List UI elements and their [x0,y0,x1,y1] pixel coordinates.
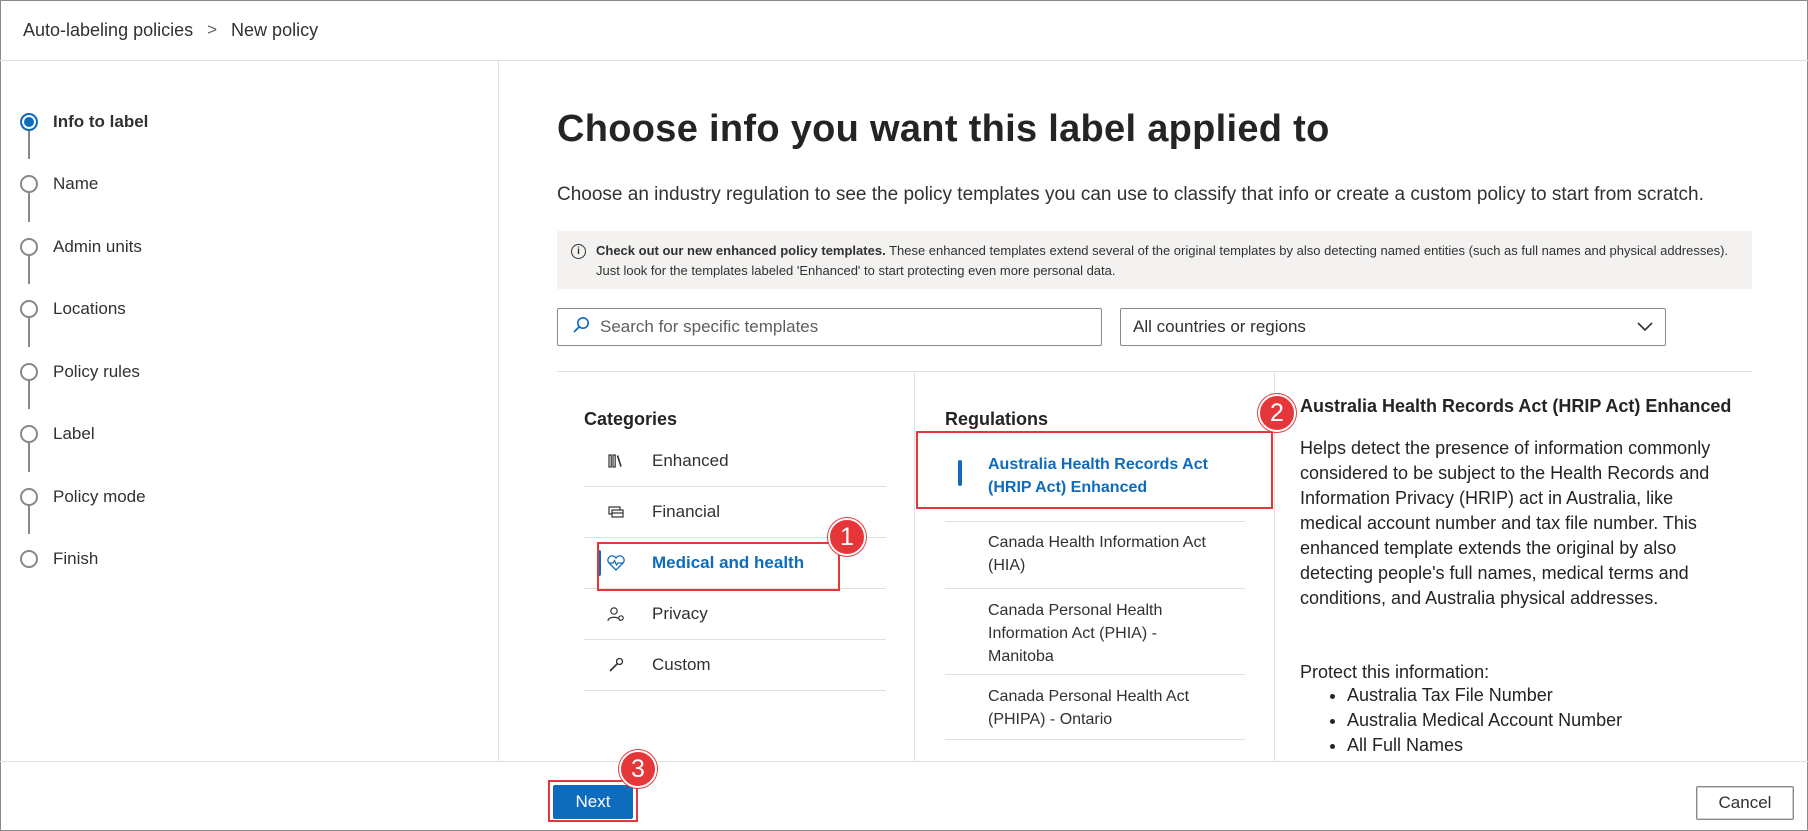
protect-list: Australia Tax File Number Australia Medi… [1347,683,1750,758]
step-label: Info to label [53,112,149,131]
step-label: Policy mode [53,487,146,506]
info-icon: i [571,244,586,259]
step-label-item[interactable]: Label [20,419,95,449]
step-indicator [20,175,38,193]
template-search-box[interactable] [557,308,1102,346]
step-label: Label [53,424,95,443]
category-custom[interactable]: Custom [584,640,886,691]
protect-heading: Protect this information: [1300,662,1490,682]
step-label: Policy rules [53,362,140,381]
region-dropdown[interactable]: All countries or regions [1120,308,1666,346]
annotation-badge: 1 [828,518,866,556]
page-description: Choose an industry regulation to see the… [557,184,1704,205]
category-label: Enhanced [652,451,729,470]
regulations-header: Regulations [945,409,1049,429]
step-info-to-label[interactable]: Info to label [20,107,148,137]
wizard-steps: Info to label Name Admin units Locations… [0,61,499,761]
annotation-badge: 3 [619,750,657,788]
annotation-badge: 2 [1258,394,1296,432]
breadcrumb-current: New policy [231,19,319,40]
card-icon [606,505,626,519]
category-label: Custom [652,655,711,674]
detail-title: Australia Health Records Act (HRIP Act) … [1300,396,1732,416]
regulation-name-line: Canada Personal Health [988,602,1163,619]
person-privacy-icon [606,606,626,622]
step-indicator-active [20,113,38,131]
detail-description: Helps detect the presence of information… [1300,438,1711,608]
highlight-box [916,431,1273,509]
step-label: Admin units [53,237,142,256]
breadcrumb-parent[interactable]: Auto-labeling policies [23,20,193,41]
step-policy-rules[interactable]: Policy rules [20,357,140,387]
step-indicator [20,238,38,256]
info-banner-bold: Check out our new enhanced policy templa… [596,243,886,258]
step-indicator [20,363,38,381]
step-label: Name [53,174,99,193]
regulation-canada-hia[interactable]: Canada Health Information Act (HIA) [945,522,1245,589]
divider [557,371,1752,372]
highlight-box [597,542,840,591]
regulation-name-line: Canada Personal Health Act [988,688,1190,705]
info-banner-text: Check out our new enhanced policy templa… [596,241,1738,279]
category-enhanced[interactable]: Enhanced [584,436,886,487]
template-details: Australia Health Records Act (HRIP Act) … [1300,396,1750,758]
breadcrumb-separator: > [207,20,218,39]
regulation-name-line: Canada Health Information Act [988,534,1206,551]
regulation-name-line: (HIA) [988,557,1026,574]
highlight-box [548,780,638,822]
region-dropdown-value: All countries or regions [1133,317,1306,336]
protect-list-item: All Full Names [1347,733,1750,758]
step-indicator [20,300,38,318]
breadcrumb: Auto-labeling policies > New policy [0,0,1808,61]
page-title: Choose info you want this label applied … [557,108,1330,150]
step-indicator [20,550,38,568]
search-icon [572,316,590,339]
categories-header: Categories [584,409,678,429]
category-label: Privacy [652,604,708,623]
footer-bar: Next Cancel [0,761,1808,831]
step-locations[interactable]: Locations [20,294,126,324]
regulation-canada-phipa-ontario[interactable]: Canada Personal Health Act (PHIPA) - Ont… [945,675,1245,740]
regulation-name-line: Information Act (PHIA) - [988,625,1157,642]
column-divider [914,372,915,761]
protect-list-item: Australia Tax File Number [1347,683,1750,708]
info-banner: i Check out our new enhanced policy temp… [557,231,1752,289]
step-policy-mode[interactable]: Policy mode [20,482,146,512]
wrench-icon [606,657,626,673]
protect-list-item: Australia Medical Account Number [1347,708,1750,733]
regulation-name-line: (PHIPA) - Ontario [988,711,1113,728]
chevron-down-icon [1637,317,1653,337]
books-icon [606,454,626,468]
step-admin-units[interactable]: Admin units [20,232,142,262]
category-privacy[interactable]: Privacy [584,589,886,640]
step-indicator [20,488,38,506]
category-label: Financial [652,502,721,521]
step-indicator [20,425,38,443]
search-input[interactable] [600,317,1080,337]
step-label: Locations [53,299,126,318]
step-label: Finish [53,549,99,568]
cancel-button[interactable]: Cancel [1696,786,1794,820]
step-finish[interactable]: Finish [20,544,98,574]
regulation-name-line: Manitoba [988,648,1054,665]
regulation-canada-phia-manitoba[interactable]: Canada Personal Health Information Act (… [945,589,1245,675]
main-content: Choose info you want this label applied … [500,61,1806,761]
step-name[interactable]: Name [20,169,98,199]
